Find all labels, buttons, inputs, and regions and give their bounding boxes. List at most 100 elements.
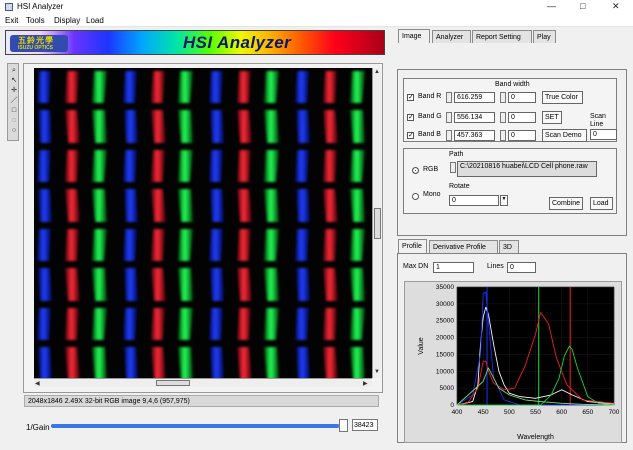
application-area: 五鈴光學 ISUZU OPTICS HSI Analyzer ⌕ ↖ ✛ ／ □…: [0, 27, 633, 450]
cursor-icon[interactable]: ↖: [10, 77, 18, 85]
app-icon: [5, 3, 13, 11]
y-tick-label: 10000: [436, 368, 454, 375]
minimize-button[interactable]: —: [547, 1, 556, 11]
check-icon: ✓: [408, 132, 414, 139]
max-dn-label: Max DN: [403, 263, 429, 270]
menu-display[interactable]: Display: [54, 16, 80, 25]
tab-report-setting[interactable]: Report Setting: [472, 30, 532, 43]
menu-tools[interactable]: Tools: [26, 16, 45, 25]
path-spinner[interactable]: [450, 162, 456, 173]
scan-line-label: Scan Line: [590, 113, 606, 128]
mono-label: Mono: [423, 191, 441, 198]
band-b-width-spinner[interactable]: [500, 130, 506, 141]
x-tick-label: 650: [582, 409, 593, 416]
tab-derivative-profile[interactable]: Derivative Profile: [429, 240, 498, 253]
file-settings-group: Path RGB C:\20210816 huabei\LCD Cell pho…: [403, 148, 617, 214]
y-tick-label: 20000: [436, 335, 454, 342]
subpixel-pattern-svg: [34, 68, 372, 378]
band-b-checkbox[interactable]: ✓: [407, 132, 414, 139]
vertical-scrollbar[interactable]: ▲ ▼: [372, 68, 381, 378]
x-tick-label: 600: [556, 409, 567, 416]
banner-title: HSI Analyzer: [183, 33, 292, 52]
tab-image[interactable]: Image: [398, 29, 430, 43]
x-tick-label: 500: [504, 409, 515, 416]
y-tick-label: 5000: [440, 385, 455, 392]
gain-value-field[interactable]: 38423: [352, 419, 378, 431]
scroll-up-icon[interactable]: ▲: [374, 69, 380, 75]
horizontal-scroll-thumb[interactable]: [156, 380, 190, 386]
band-r-field[interactable]: 616.259: [454, 92, 495, 103]
combine-button[interactable]: Combine: [549, 197, 583, 210]
zoom-icon[interactable]: ⌕: [10, 67, 18, 75]
tab-3d[interactable]: 3D: [499, 240, 519, 253]
scan-demo-button[interactable]: Scan Demo: [542, 129, 587, 142]
x-tick-label: 450: [478, 409, 489, 416]
rotate-field[interactable]: 0: [449, 195, 499, 206]
band-r-label: Band R: [418, 93, 442, 100]
band-g-width-spinner[interactable]: [500, 112, 506, 123]
title-bar: HSI Analyzer — □ ✕: [0, 0, 633, 14]
rgb-subpixel-image[interactable]: [34, 68, 372, 378]
band-g-spinner[interactable]: [446, 112, 452, 123]
scroll-right-icon[interactable]: ▶: [363, 380, 368, 387]
vertical-scroll-thumb[interactable]: [374, 208, 381, 239]
menu-exit[interactable]: Exit: [5, 16, 18, 25]
image-settings-panel: Band width ✓ Band R 616.259 0 True Color…: [397, 69, 627, 236]
x-tick-label: 400: [452, 409, 463, 416]
band-b-spinner[interactable]: [446, 130, 452, 141]
lines-field[interactable]: 0: [507, 262, 536, 273]
band-r-checkbox[interactable]: ✓: [407, 94, 414, 101]
rotate-dropdown-icon[interactable]: ▼: [500, 195, 508, 206]
profile-chart[interactable]: 0 5000 10000 15000 20000 25000 30000 35000 400 45…: [404, 281, 622, 443]
tool-palette: ⌕ ↖ ✛ ／ □ ◌ ○: [7, 63, 19, 141]
rgb-radio[interactable]: [412, 167, 419, 174]
tab-analyzer[interactable]: Analyzer: [432, 30, 471, 43]
circle-icon[interactable]: ○: [10, 127, 18, 135]
path-field[interactable]: C:\20210816 huabei\LCD Cell phone.raw: [457, 161, 597, 177]
profile-panel: Max DN 1 Lines 0 0 5000 10000 15000 20000 250…: [397, 253, 627, 443]
mono-radio[interactable]: [412, 193, 419, 200]
band-width-label: Band width: [495, 81, 530, 88]
band-r-width-field[interactable]: 0: [508, 92, 536, 103]
horizontal-scrollbar[interactable]: ◀ ▶: [34, 378, 372, 387]
lines-label: Lines: [487, 263, 504, 270]
menu-bar: Exit Tools Display Load: [0, 14, 633, 27]
band-g-field[interactable]: 556.134: [454, 112, 495, 123]
maximize-button[interactable]: □: [580, 1, 585, 11]
line-icon[interactable]: ／: [10, 97, 18, 105]
close-button[interactable]: ✕: [612, 1, 620, 12]
menu-load[interactable]: Load: [86, 16, 104, 25]
band-b-label: Band B: [418, 131, 441, 138]
profile-chart-svg: 0 5000 10000 15000 20000 25000 30000 35000 400 45…: [418, 284, 620, 441]
max-dn-field[interactable]: 1: [433, 262, 474, 273]
rectangle-icon[interactable]: □: [10, 107, 18, 115]
band-b-width-field[interactable]: 0: [508, 130, 536, 141]
scroll-down-icon[interactable]: ▼: [374, 369, 380, 375]
image-viewer: ▲ ▼ ◀ ▶: [23, 63, 383, 393]
y-tick-label: 35000: [436, 284, 454, 291]
scan-line-field[interactable]: 0: [590, 129, 617, 140]
gain-slider-handle[interactable]: [339, 419, 348, 432]
lasso-icon[interactable]: ◌: [10, 117, 18, 125]
scroll-left-icon[interactable]: ◀: [35, 380, 40, 387]
y-tick-label: 0: [450, 402, 454, 409]
band-r-width-spinner[interactable]: [500, 92, 506, 103]
load-button[interactable]: Load: [590, 197, 613, 210]
set-button[interactable]: SET: [542, 111, 562, 124]
gain-slider[interactable]: [51, 419, 348, 432]
x-axis-label: Wavelength: [517, 434, 554, 441]
path-label: Path: [449, 151, 464, 158]
band-r-spinner[interactable]: [446, 92, 452, 103]
band-g-width-field[interactable]: 0: [508, 112, 536, 123]
band-b-field[interactable]: 457.363: [454, 130, 495, 141]
tab-play[interactable]: Play: [533, 30, 556, 43]
band-settings-group: Band width ✓ Band R 616.259 0 True Color…: [403, 78, 617, 142]
band-g-label: Band G: [418, 113, 442, 120]
tab-profile[interactable]: Profile: [398, 239, 427, 253]
crosshair-icon[interactable]: ✛: [10, 87, 18, 95]
true-color-button[interactable]: True Color: [542, 91, 583, 104]
gain-label: 1/Gain: [26, 423, 50, 432]
y-tick-label: 25000: [436, 318, 454, 325]
gain-slider-fill: [51, 424, 340, 428]
band-g-checkbox[interactable]: ✓: [407, 114, 414, 121]
